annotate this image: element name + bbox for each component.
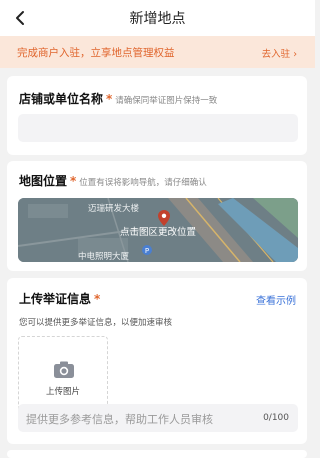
map-view[interactable]: 迈瑞研发大楼 中电照明大厦 P 点击图区更改位置: [18, 198, 298, 262]
upload-image-label: 上传图片: [45, 387, 80, 397]
next-card-edge: [7, 450, 307, 458]
evidence-label: 上传举证信息 *: [19, 290, 100, 307]
map-overlay-text: 点击图区更改位置: [119, 227, 196, 238]
reference-info-placeholder: 提供更多参考信息，帮助工作人员审核: [26, 413, 213, 426]
store-name-card: 店铺或单位名称 * 请确保同举证图片保持一致: [7, 76, 307, 155]
svg-text:P: P: [145, 247, 149, 255]
store-name-label: 店铺或单位名称 * 请确保同举证图片保持一致: [19, 90, 217, 107]
required-marker: *: [94, 292, 101, 306]
merchant-banner[interactable]: 完成商户入驻，立享地点管理权益 去入驻 ›: [0, 36, 315, 68]
required-marker: *: [106, 92, 113, 106]
char-counter: 0/100: [263, 413, 289, 423]
required-marker: *: [70, 174, 77, 188]
map-poi-1: 迈瑞研发大楼: [88, 204, 140, 214]
camera-icon: [54, 361, 74, 378]
location-label-text: 地图位置: [19, 174, 68, 188]
page-title: 新增地点: [129, 11, 186, 27]
evidence-label-text: 上传举证信息: [19, 292, 92, 306]
store-name-hint: 请确保同举证图片保持一致: [115, 96, 218, 106]
evidence-subtext: 您可以提供更多举证信息，以便加速审核: [19, 318, 173, 328]
parking-icon: P: [142, 245, 152, 255]
location-hint: 位置有误将影响导航，请仔细确认: [79, 178, 207, 188]
store-name-label-text: 店铺或单位名称: [19, 92, 104, 106]
store-name-input[interactable]: [18, 114, 298, 142]
location-label: 地图位置 * 位置有误将影响导航，请仔细确认: [19, 172, 207, 189]
view-sample-link[interactable]: 查看示例: [256, 292, 296, 307]
reference-info-input[interactable]: 提供更多参考信息，帮助工作人员审核 0/100: [18, 404, 298, 432]
map-poi-2: 中电照明大厦: [78, 252, 130, 262]
nav-bar: 新增地点: [0, 0, 315, 36]
evidence-card: 上传举证信息 * 查看示例 您可以提供更多举证信息，以便加速审核 上传图片 提供更…: [7, 278, 307, 444]
banner-message: 完成商户入驻，立享地点管理权益: [17, 47, 175, 59]
banner-join-link[interactable]: 去入驻 ›: [262, 46, 297, 60]
map-location-card: 地图位置 * 位置有误将影响导航，请仔细确认 迈瑞研发大楼 中电照明大厦 P 点击图…: [7, 161, 307, 271]
